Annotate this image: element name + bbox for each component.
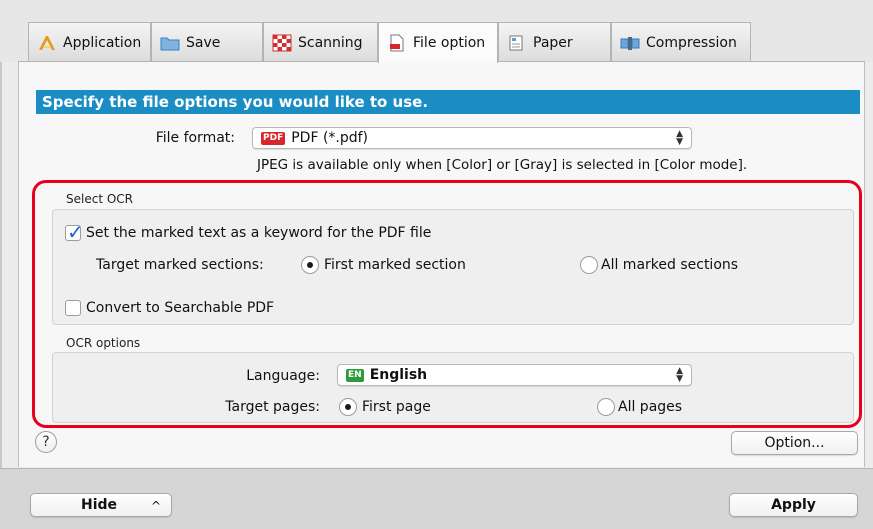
tab-file-option[interactable]: File option bbox=[378, 22, 498, 63]
chevron-up-icon: ^ bbox=[151, 499, 162, 513]
tab-scanning[interactable]: Scanning bbox=[263, 22, 378, 62]
file-format-note: JPEG is available only when [Color] or [… bbox=[257, 157, 748, 173]
application-icon bbox=[37, 34, 57, 52]
paper-icon bbox=[507, 34, 527, 52]
tab-compression[interactable]: Compression bbox=[611, 22, 751, 62]
hide-button[interactable]: Hide ^ bbox=[30, 493, 172, 517]
file-format-select[interactable]: PDF PDF (*.pdf) ▲ ▼ bbox=[252, 127, 692, 149]
tab-application-label: Application bbox=[63, 34, 142, 51]
select-arrows-icon: ▲ ▼ bbox=[676, 129, 683, 147]
tab-save[interactable]: Save bbox=[151, 22, 263, 62]
ocr-highlight-box bbox=[32, 180, 862, 428]
file-format-value: PDF (*.pdf) bbox=[291, 130, 369, 146]
apply-button[interactable]: Apply bbox=[729, 493, 858, 517]
option-button[interactable]: Option... bbox=[731, 431, 858, 455]
window-edge bbox=[0, 0, 2, 529]
compression-icon bbox=[620, 34, 640, 52]
tab-file-option-label: File option bbox=[413, 35, 486, 51]
file-format-label: File format: bbox=[155, 130, 235, 146]
scanning-icon bbox=[272, 34, 292, 52]
hide-button-label: Hide bbox=[81, 497, 118, 513]
help-icon[interactable]: ? bbox=[35, 431, 57, 453]
tab-paper-label: Paper bbox=[533, 34, 573, 51]
section-banner: Specify the file options you would like … bbox=[36, 90, 860, 114]
tab-paper[interactable]: Paper bbox=[498, 22, 611, 62]
tab-application[interactable]: Application bbox=[28, 22, 151, 62]
pdf-badge-icon: PDF bbox=[261, 131, 286, 145]
file-icon bbox=[387, 34, 407, 52]
tab-compression-label: Compression bbox=[646, 34, 737, 51]
scan-settings-window: Application Save Scanning File option Pa… bbox=[0, 0, 873, 529]
tab-save-label: Save bbox=[186, 34, 221, 51]
folder-icon bbox=[160, 34, 180, 52]
tab-scanning-label: Scanning bbox=[298, 34, 363, 51]
